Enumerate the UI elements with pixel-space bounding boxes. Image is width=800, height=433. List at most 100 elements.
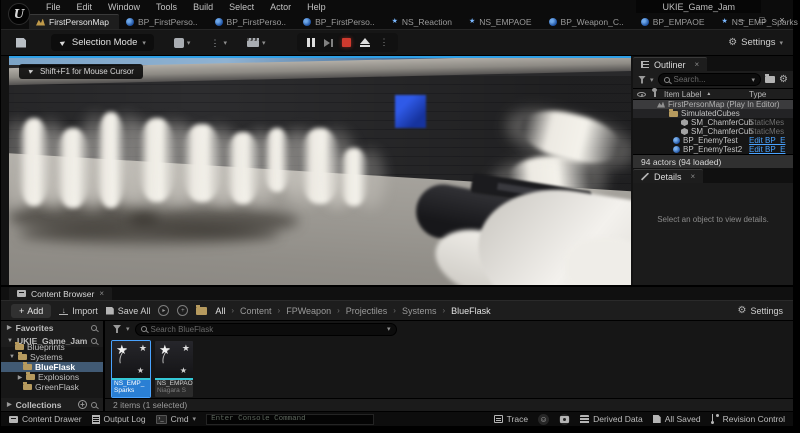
save-button[interactable] bbox=[11, 35, 31, 51]
add-actor-dropdown[interactable]: ▾ bbox=[174, 38, 191, 48]
eject-button[interactable] bbox=[360, 38, 370, 47]
new-folder-icon[interactable] bbox=[765, 76, 775, 83]
console-command-input[interactable] bbox=[211, 415, 369, 423]
outliner-row-folder[interactable]: SimulatedCubes bbox=[633, 109, 793, 118]
cmd-dropdown[interactable]: ›_ Cmd ▾ bbox=[156, 414, 196, 424]
console-command-field bbox=[206, 414, 374, 425]
star-icon: ★ bbox=[180, 367, 187, 375]
breadcrumb-projectiles[interactable]: Projectiles bbox=[346, 306, 388, 316]
menu-tools[interactable]: Tools bbox=[149, 1, 184, 13]
breadcrumb-systems[interactable]: Systems bbox=[402, 306, 437, 316]
close-button[interactable]: × bbox=[777, 13, 787, 27]
close-icon[interactable]: × bbox=[691, 172, 696, 181]
tab-bp-weapon-c[interactable]: BP_Weapon_C.. bbox=[542, 14, 634, 29]
search-icon[interactable] bbox=[91, 402, 97, 408]
back-button[interactable]: ▸ bbox=[158, 305, 169, 316]
favorites-section[interactable]: ▶ Favorites bbox=[1, 321, 103, 334]
trace-button[interactable]: Trace bbox=[494, 414, 528, 424]
close-icon[interactable]: × bbox=[99, 289, 104, 298]
chevron-down-icon[interactable]: ▾ bbox=[126, 325, 130, 333]
asset-search-input[interactable] bbox=[151, 325, 383, 334]
menu-build[interactable]: Build bbox=[186, 1, 220, 13]
tab-outliner[interactable]: Outliner × bbox=[633, 57, 707, 71]
play-options-button[interactable]: ⋮ bbox=[379, 37, 388, 48]
tab-content-browser[interactable]: Content Browser × bbox=[9, 287, 112, 300]
pause-button[interactable] bbox=[307, 38, 315, 47]
tree-item-explosions[interactable]: ▶ Explosions bbox=[1, 372, 103, 382]
tree-item-blueflask[interactable]: BlueFlask bbox=[1, 362, 103, 372]
outliner-row-staticmesh[interactable]: SM_ChamferCub StaticMes bbox=[633, 127, 793, 136]
breadcrumb-fpweapon[interactable]: FPWeapon bbox=[286, 306, 331, 316]
collections-section[interactable]: ▶ Collections + bbox=[1, 398, 103, 411]
outliner-row-blueprint[interactable]: BP_EnemyTest2 Edit BP_E bbox=[633, 145, 793, 154]
content-browser-settings[interactable]: ⚙ Settings bbox=[738, 306, 784, 316]
viewport-settings-dropdown[interactable]: ⚙ Settings ▾ bbox=[728, 37, 783, 48]
menu-actor[interactable]: Actor bbox=[263, 1, 298, 13]
asset-tile-ns-emp-sparks[interactable]: ★ ★ ★ NS_EMP_ Sparks bbox=[111, 340, 151, 398]
outliner-row-staticmesh[interactable]: SM_ChamferCub StaticMes bbox=[633, 118, 793, 127]
level-icon bbox=[36, 19, 45, 26]
maximize-button[interactable]: □ bbox=[757, 13, 767, 27]
visibility-eye-icon[interactable] bbox=[637, 92, 646, 97]
tree-item-blueprints[interactable]: Blueprints bbox=[1, 342, 103, 352]
breadcrumb-content[interactable]: Content bbox=[240, 306, 272, 316]
tab-ns-empaoe[interactable]: ★ NS_EMPAOE bbox=[462, 14, 542, 29]
import-button[interactable]: ↓ Import bbox=[59, 306, 98, 316]
tab-bp-empaoe[interactable]: BP_EMPAOE bbox=[634, 14, 715, 29]
feedback-smiley-button[interactable]: ☺ bbox=[538, 414, 549, 425]
menu-window[interactable]: Window bbox=[101, 1, 147, 13]
tree-item-systems[interactable]: ▼ Systems bbox=[1, 352, 103, 362]
outliner-row-world[interactable]: FirstPersonMap (Play In Editor) bbox=[633, 100, 793, 109]
game-viewport[interactable]: ► Shift+F1 for Mouse Cursor bbox=[9, 56, 631, 285]
unreal-logo-icon[interactable]: U bbox=[8, 3, 30, 25]
tab-label: NS_EMPAOE bbox=[479, 17, 531, 27]
column-item-label[interactable]: Item Label bbox=[664, 90, 701, 99]
tab-details[interactable]: Details × bbox=[633, 169, 703, 183]
pin-icon[interactable] bbox=[654, 91, 656, 97]
save-icon bbox=[653, 415, 661, 423]
revision-control-button[interactable]: Revision Control bbox=[711, 414, 785, 424]
edit-blueprint-link[interactable]: Edit BP_E bbox=[749, 145, 793, 154]
stop-button[interactable] bbox=[342, 38, 351, 47]
breadcrumb-blueflask[interactable]: BlueFlask bbox=[451, 306, 491, 316]
filter-icon[interactable] bbox=[113, 325, 121, 333]
chevron-down-icon[interactable]: ▾ bbox=[752, 76, 756, 84]
menu-select[interactable]: Select bbox=[222, 1, 261, 13]
tree-item-greenflask[interactable]: GreenFlask bbox=[1, 382, 103, 392]
search-icon[interactable] bbox=[91, 325, 97, 331]
tab-bp-firstperson-3[interactable]: BP_FirstPerso.. bbox=[296, 14, 385, 29]
derived-data-button[interactable]: Derived Data bbox=[580, 414, 643, 424]
breadcrumb-all[interactable]: All bbox=[215, 306, 225, 316]
close-icon[interactable]: × bbox=[695, 60, 700, 69]
chevron-down-icon[interactable]: ▾ bbox=[387, 325, 391, 333]
frame-skip-button[interactable] bbox=[324, 39, 333, 47]
output-log-button[interactable]: Output Log bbox=[92, 414, 146, 424]
menu-file[interactable]: File bbox=[39, 1, 68, 13]
all-saved-button[interactable]: All Saved bbox=[653, 414, 701, 424]
search-icon[interactable] bbox=[91, 338, 97, 344]
tab-ns-reaction[interactable]: ★ NS_Reaction bbox=[385, 14, 462, 29]
outliner-search-input[interactable] bbox=[674, 75, 748, 84]
content-drawer-button[interactable]: Content Drawer bbox=[9, 414, 82, 424]
add-button[interactable]: + Add bbox=[11, 304, 51, 318]
chevron-down-icon[interactable]: ▾ bbox=[650, 76, 654, 84]
add-collection-icon[interactable]: + bbox=[78, 400, 87, 409]
tab-bp-firstperson-1[interactable]: BP_FirstPerso.. bbox=[119, 14, 208, 29]
selection-mode-dropdown[interactable]: ► Selection Mode ▾ bbox=[51, 34, 154, 51]
blueprints-dropdown[interactable]: ⋮ ▾ bbox=[210, 38, 227, 48]
outliner-row-blueprint[interactable]: BP_EnemyTest Edit BP_E bbox=[633, 136, 793, 145]
menu-edit[interactable]: Edit bbox=[70, 1, 100, 13]
column-type[interactable]: Type bbox=[749, 90, 789, 99]
tab-bp-firstperson-2[interactable]: BP_FirstPerso.. bbox=[208, 14, 297, 29]
edit-blueprint-link[interactable]: Edit BP_E bbox=[749, 136, 793, 145]
save-all-button[interactable]: Save All bbox=[106, 306, 151, 316]
filter-icon[interactable] bbox=[638, 76, 646, 84]
forward-button[interactable]: + bbox=[177, 305, 188, 316]
asset-tile-ns-empaoe[interactable]: ★ ★ ★ NS_EMPAOE Niagara S bbox=[154, 340, 194, 398]
tab-firstpersonmap[interactable]: FirstPersonMap bbox=[29, 14, 119, 29]
gear-icon[interactable]: ⚙ bbox=[779, 75, 788, 85]
menu-help[interactable]: Help bbox=[300, 1, 333, 13]
screenshot-camera-button[interactable] bbox=[559, 414, 570, 425]
cinematics-dropdown[interactable]: ▾ bbox=[247, 38, 266, 47]
minimize-button[interactable]: – bbox=[737, 13, 747, 27]
